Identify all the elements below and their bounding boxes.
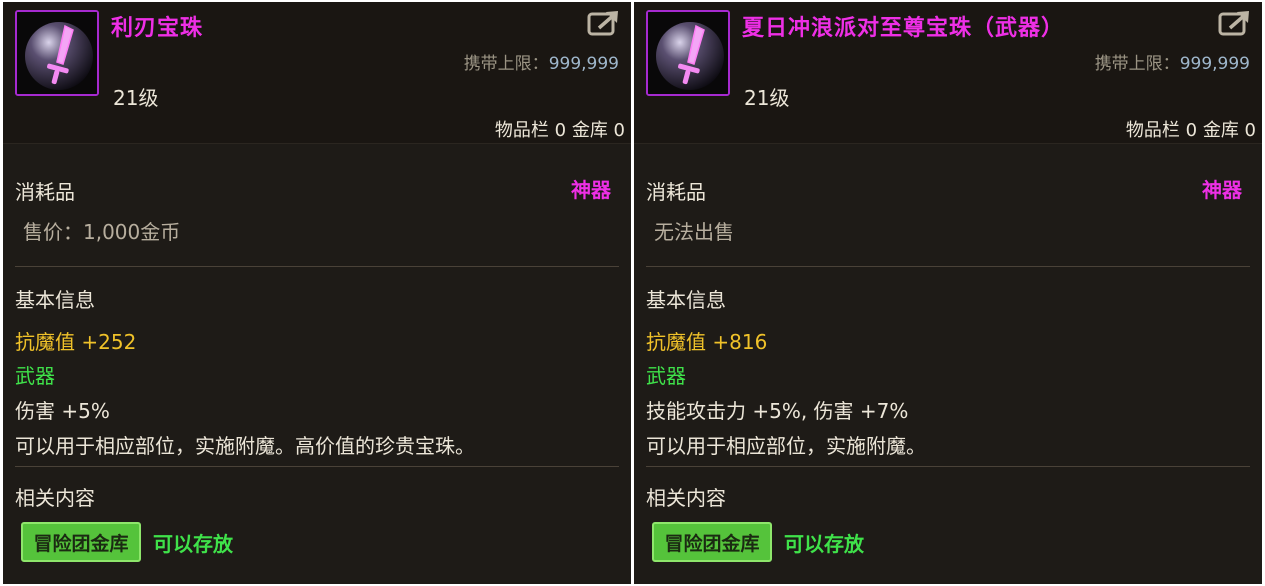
adventure-vault-button[interactable]: 冒险团金库 xyxy=(21,522,141,562)
divider xyxy=(646,466,1250,467)
item-title: 夏日冲浪派对至尊宝珠（武器） xyxy=(742,16,1065,41)
item-category: 消耗品 xyxy=(646,180,706,204)
sell-price: 无法出售 xyxy=(654,220,734,244)
stat-magic-resist: 抗魔值 +252 xyxy=(15,330,137,354)
vault-status: 可以存放 xyxy=(784,532,864,556)
tooltip-body: 消耗品 神器 售价：1,000金币 基本信息 抗魔值 +252 武器 伤害 +5… xyxy=(3,144,631,584)
item-tooltip-right: 夏日冲浪派对至尊宝珠（武器） 携带上限：999,999 21级 物品栏 0 金库… xyxy=(634,2,1262,584)
tooltip-header: 夏日冲浪派对至尊宝珠（武器） 携带上限：999,999 21级 物品栏 0 金库… xyxy=(634,2,1262,144)
divider xyxy=(646,266,1250,267)
section-basic-info: 基本信息 xyxy=(15,288,95,312)
storage-count: 物品栏 0 金库 0 xyxy=(1125,120,1256,141)
rarity-label: 神器 xyxy=(1202,178,1242,202)
divider xyxy=(15,266,619,267)
item-category: 消耗品 xyxy=(15,180,75,204)
share-icon[interactable] xyxy=(587,8,621,38)
vault-status: 可以存放 xyxy=(153,532,233,556)
effect-text: 伤害 +5% xyxy=(15,399,110,423)
tooltip-body: 消耗品 神器 无法出售 基本信息 抗魔值 +816 武器 技能攻击力 +5%, … xyxy=(634,144,1262,584)
description-text: 可以用于相应部位，实施附魔。 xyxy=(646,434,926,458)
item-tooltip-left: 利刃宝珠 携带上限：999,999 21级 物品栏 0 金库 0 消耗品 神器 … xyxy=(3,2,631,584)
carry-limit: 携带上限：999,999 xyxy=(463,54,619,74)
item-level: 21级 xyxy=(113,86,159,110)
slot-label: 武器 xyxy=(15,364,55,388)
item-title: 利刃宝珠 xyxy=(111,16,204,41)
sell-price: 售价：1,000金币 xyxy=(23,220,181,244)
effect-text: 技能攻击力 +5%, 伤害 +7% xyxy=(646,399,909,423)
slot-label: 武器 xyxy=(646,364,686,388)
storage-count: 物品栏 0 金库 0 xyxy=(494,120,625,141)
adventure-vault-button[interactable]: 冒险团金库 xyxy=(652,522,772,562)
tooltip-header: 利刃宝珠 携带上限：999,999 21级 物品栏 0 金库 0 xyxy=(3,2,631,144)
rarity-label: 神器 xyxy=(571,178,611,202)
item-level: 21级 xyxy=(744,86,790,110)
section-related: 相关内容 xyxy=(15,486,95,510)
divider xyxy=(15,466,619,467)
section-basic-info: 基本信息 xyxy=(646,288,726,312)
share-icon[interactable] xyxy=(1218,8,1252,38)
section-related: 相关内容 xyxy=(646,486,726,510)
orb-sword-icon xyxy=(15,10,99,96)
carry-limit: 携带上限：999,999 xyxy=(1094,54,1250,74)
orb-sword-icon xyxy=(646,10,730,96)
stat-magic-resist: 抗魔值 +816 xyxy=(646,330,768,354)
description-text: 可以用于相应部位，实施附魔。高价值的珍贵宝珠。 xyxy=(15,434,475,458)
